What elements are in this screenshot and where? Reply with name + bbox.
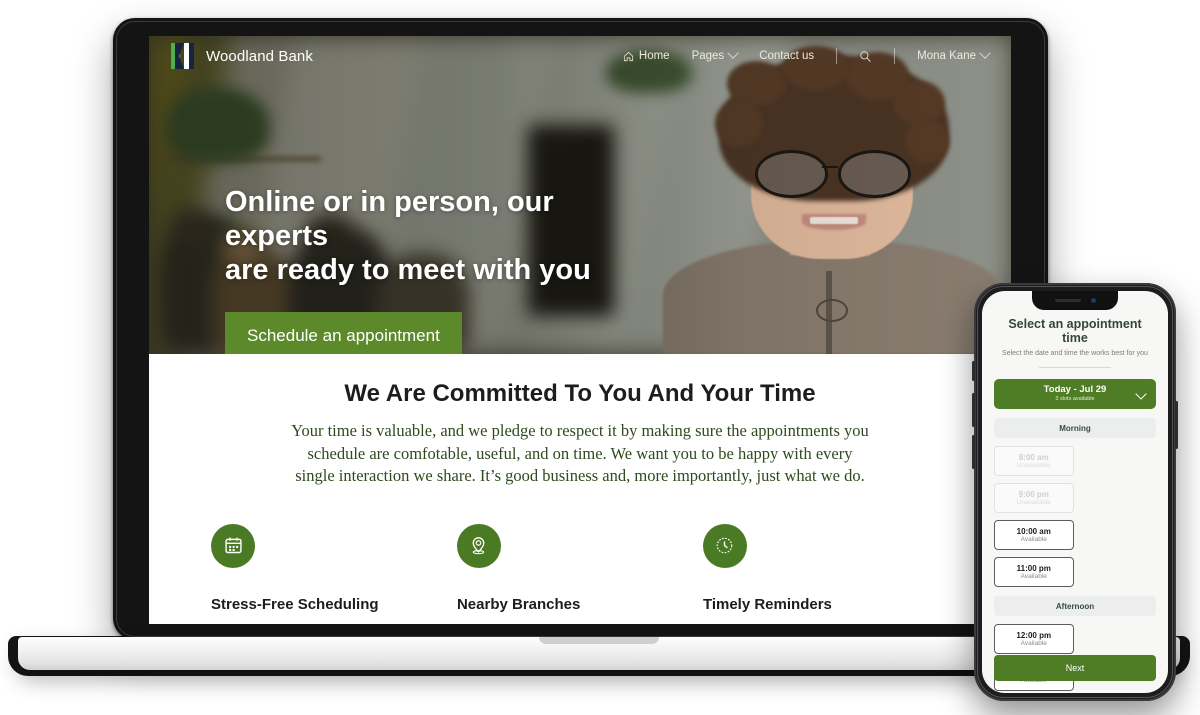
nav-item-contact[interactable]: Contact us	[759, 50, 814, 62]
feature-card-heading: Timely Reminders	[702, 595, 832, 613]
appointment-picker: Select an appointment time Select the da…	[982, 291, 1168, 693]
commitment-section: We Are Committed To You And Your Time Yo…	[149, 354, 1011, 624]
phone-page-subtitle: Select the date and time the works best …	[1002, 350, 1148, 357]
nav-item-home-label: Home	[638, 50, 670, 62]
home-icon	[623, 51, 634, 62]
date-selector[interactable]: Today - Jul 29 3 slots available	[994, 379, 1156, 409]
time-slot-time: 9:00 pm	[1018, 489, 1049, 499]
feature-card: Nearby Branches We make it easy to choos…	[456, 523, 703, 624]
time-slot-status: Unavailable	[1016, 498, 1051, 506]
search-icon	[860, 50, 871, 62]
time-slot: 8:00 am Unavailable	[994, 446, 1074, 476]
date-selector-label: Today - Jul 29	[1043, 384, 1107, 396]
section-header-morning: Morning	[994, 418, 1156, 438]
navbar-divider-2	[894, 48, 896, 64]
location-pin-icon	[456, 523, 501, 568]
mockup-stage: Woodland Bank Home Pages Contact us Mona…	[0, 0, 1200, 715]
phone-screen: Select an appointment time Select the da…	[982, 291, 1168, 693]
site-navbar: Woodland Bank Home Pages Contact us Mona…	[149, 36, 1011, 76]
navbar-divider	[836, 48, 838, 64]
account-menu[interactable]: Mona Kane	[917, 47, 991, 62]
brand-name: Woodland Bank	[206, 47, 313, 65]
time-slot[interactable]: 12:00 pm Available	[994, 624, 1074, 654]
time-slot-status: Unavailable	[1016, 461, 1051, 469]
calendar-icon	[211, 523, 255, 568]
time-slot-time: 10:00 am	[1016, 526, 1051, 536]
nav-item-pages-label: Pages	[691, 50, 725, 62]
schedule-appointment-button[interactable]: Schedule an appointment	[225, 311, 462, 354]
navbar-links: Home Pages Contact us Mona Kane	[623, 47, 991, 64]
hero-title-line1: Online or in person, our experts	[225, 186, 554, 252]
laptop-device: Woodland Bank Home Pages Contact us Mona…	[113, 18, 1048, 640]
feature-card-heading: Nearby Branches	[456, 595, 581, 613]
woodland-bank-logo-icon	[171, 43, 195, 69]
date-selector-sublabel: 3 slots available	[1055, 395, 1095, 402]
feature-card: Timely Reminders Our automated confirmat…	[702, 523, 949, 624]
slot-grid-morning: 8:00 am Unavailable 9:00 pm Unavailable …	[994, 446, 1156, 587]
hero-content: Online or in person, our experts are rea…	[225, 186, 645, 354]
time-slot-status: Available	[1020, 639, 1047, 647]
divider	[1039, 367, 1111, 368]
account-name-label: Mona Kane	[917, 50, 976, 62]
phone-volume-down-button[interactable]	[972, 435, 975, 469]
nav-item-contact-label: Contact us	[759, 50, 815, 62]
chevron-down-icon	[1135, 388, 1147, 400]
time-slot[interactable]: 11:00 pm Available	[994, 557, 1074, 587]
section-title: We Are Committed To You And Your Time	[344, 380, 816, 407]
time-slot-time: 12:00 pm	[1016, 630, 1052, 640]
chevron-down-icon	[979, 47, 991, 59]
phone-device: Select an appointment time Select the da…	[972, 283, 1178, 701]
time-slot[interactable]: 10:00 am Available	[994, 520, 1074, 550]
phone-volume-up-button[interactable]	[972, 393, 975, 427]
time-slot-status: Available	[1020, 572, 1047, 580]
phone-mute-switch[interactable]	[972, 361, 975, 381]
laptop-screen: Woodland Bank Home Pages Contact us Mona…	[149, 36, 1011, 624]
earpiece-speaker-icon	[1054, 299, 1081, 302]
time-slot-time: 8:00 am	[1018, 452, 1049, 462]
phone-power-button[interactable]	[1175, 401, 1178, 449]
chevron-down-icon	[727, 47, 739, 59]
feature-card: Stress-Free Scheduling Our online schedu…	[211, 523, 457, 624]
front-camera-icon	[1090, 298, 1096, 303]
clock-icon	[702, 523, 747, 568]
section-body: Your time is valuable, and we pledge to …	[291, 421, 869, 486]
search-button[interactable]	[859, 50, 872, 63]
time-slot-status: Available	[1020, 535, 1047, 543]
nav-item-pages[interactable]: Pages	[691, 47, 739, 62]
feature-cards: Stress-Free Scheduling Our online schedu…	[149, 523, 1011, 624]
brand-logo-link[interactable]: Woodland Bank	[171, 43, 313, 69]
nav-item-home[interactable]: Home	[623, 50, 670, 62]
hero-title-line2: are ready to meet with you	[225, 253, 591, 286]
phone-page-title: Select an appointment time	[1008, 317, 1142, 345]
hero-section: Woodland Bank Home Pages Contact us Mona…	[149, 36, 1011, 354]
feature-card-heading: Stress-Free Scheduling	[211, 595, 379, 613]
phone-notch	[1032, 291, 1118, 310]
section-header-afternoon: Afternoon	[994, 596, 1156, 616]
time-slot: 9:00 pm Unavailable	[994, 483, 1074, 513]
time-slot-time: 11:00 pm	[1016, 563, 1051, 573]
hero-title: Online or in person, our experts are rea…	[225, 186, 645, 288]
phone-footer: Next	[994, 655, 1156, 681]
next-button[interactable]: Next	[994, 655, 1156, 681]
